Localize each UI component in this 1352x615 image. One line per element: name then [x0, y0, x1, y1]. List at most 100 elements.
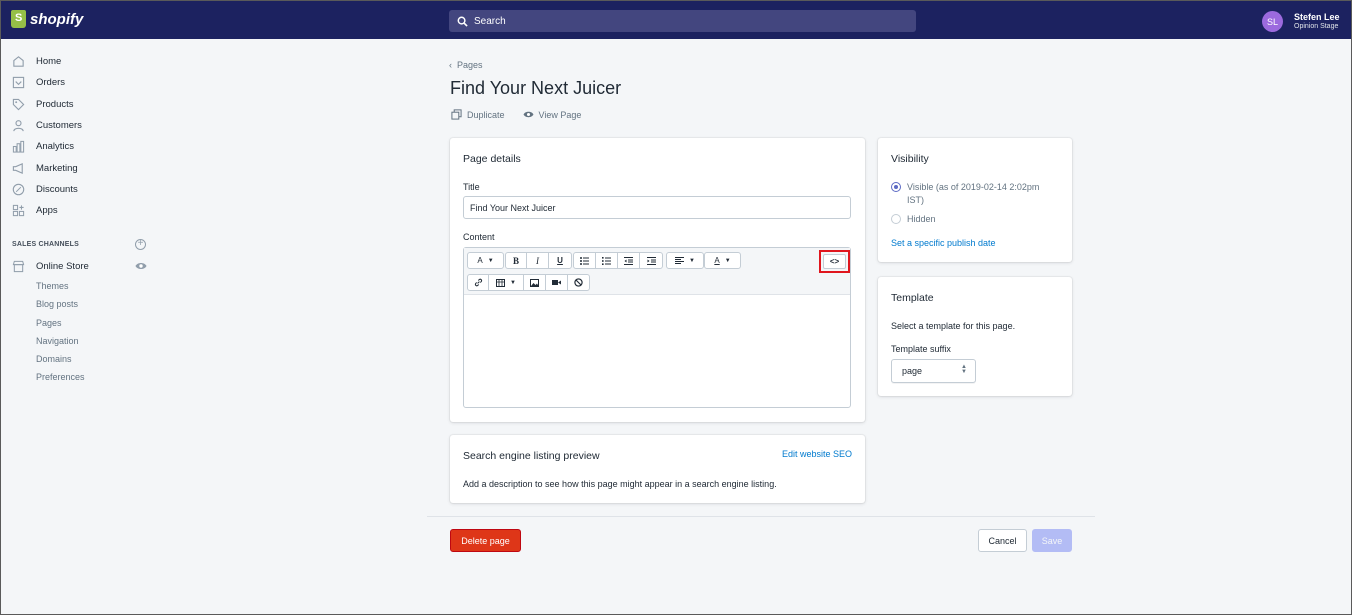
seo-description: Add a description to see how this page m…	[463, 479, 777, 489]
top-bar: shopify Search SL Stefen Lee Opinion Sta…	[1, 1, 1351, 39]
insert-group: ▼	[467, 274, 590, 291]
page-details-card: Page details Title Find Your Next Juicer…	[450, 138, 865, 422]
sidebar-item-label: Orders	[36, 76, 66, 88]
sidebar-sub-item-navigation[interactable]: Navigation	[36, 336, 79, 346]
sidebar-sub-item-domains[interactable]: Domains	[36, 354, 72, 364]
footer-divider	[427, 516, 1095, 517]
save-button[interactable]: Save	[1032, 529, 1072, 552]
sidebar-sub-item-blog-posts[interactable]: Blog posts	[36, 299, 78, 309]
cancel-button[interactable]: Cancel	[978, 529, 1027, 552]
table-icon	[496, 278, 506, 287]
text-color-label: A	[714, 256, 720, 265]
title-label: Title	[463, 182, 480, 192]
breadcrumb-label: Pages	[457, 60, 483, 70]
eye-icon	[523, 111, 533, 118]
edit-website-seo-link[interactable]: Edit website SEO	[782, 449, 852, 459]
bar-chart-icon	[11, 139, 25, 153]
seo-heading: Search engine listing preview	[463, 450, 600, 462]
sidebar-sub-item-themes[interactable]: Themes	[36, 281, 69, 291]
editor-toolbar: A ▼ B I U ▼ A ▼ <> ▼	[464, 248, 850, 295]
sidebar-item-label: Marketing	[36, 162, 78, 174]
sidebar-item-label: Home	[36, 55, 62, 67]
sidebar-item-discounts[interactable]: Discounts	[11, 182, 78, 196]
sidebar-item-orders[interactable]: Orders	[11, 75, 65, 89]
tag-icon	[11, 97, 25, 111]
search-placeholder: Search	[474, 15, 506, 27]
align-dropdown[interactable]: ▼	[667, 253, 703, 268]
color-group: A ▼	[704, 252, 741, 269]
sidebar: Home Orders Products Customers Analytics…	[1, 39, 161, 614]
sidebar-sub-item-preferences[interactable]: Preferences	[36, 372, 85, 382]
visibility-card: Visibility Visible (as of 2019-02-14 2:0…	[878, 138, 1072, 262]
add-sales-channel-icon[interactable]: +	[135, 239, 146, 250]
chevron-left-icon: ‹	[449, 60, 452, 70]
caret-down-icon: ▼	[487, 257, 494, 264]
sidebar-item-apps[interactable]: Apps	[11, 203, 58, 217]
search-icon	[457, 16, 468, 27]
sidebar-item-analytics[interactable]: Analytics	[11, 139, 74, 153]
sidebar-item-home[interactable]: Home	[11, 54, 61, 68]
search-input[interactable]: Search	[449, 10, 916, 32]
link-icon[interactable]	[468, 275, 489, 290]
sidebar-sub-item-pages[interactable]: Pages	[36, 318, 62, 328]
underline-button[interactable]: U	[549, 253, 571, 268]
view-store-eye-icon[interactable]	[135, 261, 147, 271]
shopify-bag-icon	[11, 10, 26, 28]
font-dropdown[interactable]: A ▼	[468, 253, 503, 268]
template-description: Select a template for this page.	[891, 321, 1016, 331]
apps-icon	[11, 203, 25, 217]
duplicate-label: Duplicate	[467, 109, 505, 120]
hidden-label: Hidden	[907, 214, 936, 224]
align-left-icon	[675, 257, 685, 264]
visible-radio[interactable]	[891, 182, 901, 192]
caret-down-icon: ▼	[510, 279, 516, 286]
editor-body[interactable]	[464, 295, 850, 407]
video-icon[interactable]	[546, 275, 568, 290]
sidebar-item-label: Discounts	[36, 183, 78, 195]
page-title: Find Your Next Juicer	[450, 78, 622, 98]
home-icon	[11, 54, 25, 68]
duplicate-button[interactable]: Duplicate	[451, 109, 505, 120]
text-color-dropdown[interactable]: A ▼	[705, 253, 740, 268]
select-arrows-icon: ▲ ▼	[961, 364, 967, 375]
orders-icon	[11, 75, 25, 89]
list-group	[573, 252, 663, 269]
numbered-list-icon[interactable]	[596, 253, 618, 268]
shopify-logo[interactable]: shopify	[11, 10, 83, 28]
sidebar-item-marketing[interactable]: Marketing	[11, 161, 78, 175]
image-icon[interactable]	[524, 275, 546, 290]
brand-name: shopify	[30, 10, 84, 28]
visible-label-timezone: IST)	[907, 195, 924, 205]
clear-formatting-icon[interactable]	[568, 275, 589, 290]
sidebar-item-products[interactable]: Products	[11, 97, 74, 111]
title-input[interactable]: Find Your Next Juicer	[463, 196, 851, 219]
sidebar-item-online-store[interactable]: Online Store	[11, 259, 89, 273]
caret-down-icon: ▼	[689, 257, 695, 264]
template-suffix-value: page	[902, 366, 923, 376]
template-suffix-select[interactable]: page ▲ ▼	[891, 359, 976, 383]
indent-icon[interactable]	[640, 253, 662, 268]
bold-button[interactable]: B	[506, 253, 527, 268]
delete-page-button[interactable]: Delete page	[450, 529, 521, 552]
sidebar-item-customers[interactable]: Customers	[11, 118, 82, 132]
outdent-icon[interactable]	[618, 253, 640, 268]
font-group: A ▼	[467, 252, 504, 269]
set-publish-date-link[interactable]: Set a specific publish date	[891, 238, 996, 248]
breadcrumb[interactable]: ‹ Pages	[449, 60, 483, 70]
content-label: Content	[463, 232, 495, 242]
template-suffix-label: Template suffix	[891, 344, 951, 354]
align-group: ▼	[666, 252, 704, 269]
italic-button[interactable]: I	[527, 253, 549, 268]
bullet-list-icon[interactable]	[574, 253, 596, 268]
sidebar-item-label: Analytics	[36, 140, 75, 152]
store-name: Opinion Stage	[1294, 22, 1339, 30]
show-html-button[interactable]: <>	[819, 250, 850, 273]
format-group: B I U	[505, 252, 572, 269]
table-dropdown[interactable]: ▼	[489, 275, 524, 290]
view-page-button[interactable]: View Page	[523, 109, 581, 120]
hidden-radio[interactable]	[891, 214, 901, 224]
page-details-heading: Page details	[463, 153, 521, 165]
user-menu[interactable]: SL Stefen Lee Opinion Stage	[1262, 11, 1340, 32]
font-label: A	[477, 256, 483, 265]
sidebar-item-label: Online Store	[36, 260, 89, 272]
